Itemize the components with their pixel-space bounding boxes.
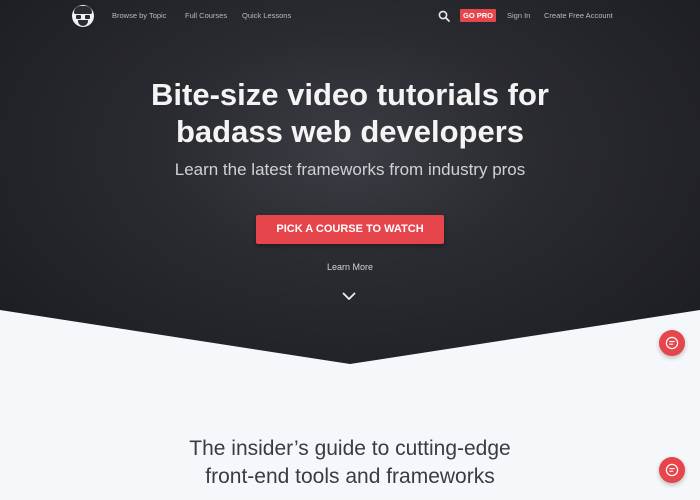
section-title-line-1: The insider’s guide to cutting-edge: [189, 437, 511, 460]
hero-section: [0, 0, 700, 364]
top-nav: Browse by Topic Full Courses Quick Lesso…: [0, 0, 700, 34]
hero-title-line-2: badass web developers: [175, 114, 525, 149]
chat-button[interactable]: [659, 330, 685, 356]
chat-icon: [665, 336, 679, 350]
hero-title-line-1: Bite-size video tutorials for: [151, 77, 549, 112]
nav-browse-by-topic[interactable]: Browse by Topic: [112, 11, 166, 20]
section-title: The insider’s guide to cutting-edge fron…: [0, 435, 700, 491]
nav-quick-lessons[interactable]: Quick Lessons: [242, 11, 291, 20]
hero-title: Bite-size video tutorials for badass web…: [0, 76, 700, 150]
chat-icon: [665, 463, 679, 477]
hero-subtitle: Learn the latest frameworks from industr…: [174, 160, 526, 179]
learn-more-link[interactable]: Learn More: [0, 262, 700, 272]
site-logo[interactable]: [72, 5, 94, 27]
pick-course-button[interactable]: PICK A COURSE TO WATCH: [256, 215, 444, 244]
go-pro-button[interactable]: GO PRO: [460, 9, 497, 22]
chevron-down-icon[interactable]: [342, 292, 356, 301]
search-icon[interactable]: [438, 10, 450, 22]
chat-button-secondary[interactable]: [659, 457, 685, 483]
sign-in-link[interactable]: Sign In: [507, 11, 530, 20]
nav-full-courses[interactable]: Full Courses: [185, 11, 227, 20]
section-title-line-2: front-end tools and frameworks: [205, 465, 495, 488]
create-account-link[interactable]: Create Free Account: [544, 11, 613, 20]
